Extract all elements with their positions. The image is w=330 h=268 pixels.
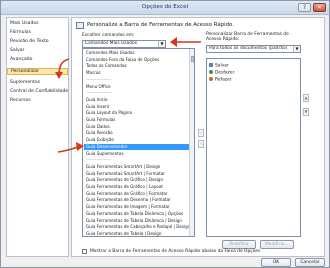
ok-button[interactable]: OK <box>261 258 291 267</box>
cancel-button[interactable]: Cancelar <box>295 258 325 267</box>
move-up-button[interactable]: ▲ <box>303 94 309 102</box>
sidebar-item-avancado[interactable]: Avançado <box>10 57 32 62</box>
close-button[interactable]: ✕ <box>313 3 326 12</box>
list-item[interactable]: Macros <box>84 70 189 76</box>
sidebar-item-central[interactable]: Central de Confiabilidade <box>10 89 68 94</box>
annotation-arrow-dropdown <box>170 37 201 47</box>
list-item[interactable]: ----------------- <box>84 157 189 163</box>
annotation-arrow-sidebar <box>55 58 70 79</box>
panel-header: Personalize a Barra de Ferramentas de Ac… <box>87 22 234 28</box>
list-item[interactable]: ----------------- <box>84 77 189 83</box>
sidebar-item-revisao[interactable]: Revisão de Texto <box>10 39 49 44</box>
list-item[interactable]: Guia Ferramentas de Tabela Dinâmica | De… <box>84 218 189 224</box>
list-item[interactable]: Guia Revisão <box>84 130 189 136</box>
list-item[interactable]: ----------------- <box>84 90 189 96</box>
save-icon <box>209 63 213 67</box>
move-down-button[interactable]: ▼ <box>303 108 309 116</box>
list-item[interactable]: Guia Início <box>84 97 189 103</box>
reset-button[interactable]: Redefinir <box>222 240 256 249</box>
customize-label: Personalizar Barra de Ferramentas de Ace… <box>206 32 289 42</box>
list-item[interactable]: Guia Ferramentas SmartArt | Formatar <box>84 171 189 177</box>
help-button[interactable]: ? <box>298 3 311 12</box>
undo-icon <box>209 70 213 74</box>
list-item[interactable]: Guia Suplementos <box>84 151 189 157</box>
qa-item-salvar[interactable]: Salvar <box>209 63 229 69</box>
list-item[interactable]: Comandos Mais Usados <box>84 50 189 56</box>
list-item[interactable]: Guia Ferramentas de Gráfico | Layout <box>84 184 189 190</box>
main-panel: Personalize a Barra de Ferramentas de Ac… <box>57 17 325 257</box>
sidebar-item-formulas[interactable]: Fórmulas <box>10 30 31 35</box>
remove-button[interactable]: ‹ <box>198 140 204 148</box>
commands-list[interactable]: Comandos Mais Usados Comandos Fora da Fai… <box>82 48 195 237</box>
window-title: Opções do Excel <box>141 4 189 10</box>
list-item[interactable]: Guia Layout da Página <box>84 110 189 116</box>
chevron-down-icon[interactable]: ▼ <box>158 41 165 47</box>
sidebar-item-suplementos[interactable]: Suplementos <box>10 80 40 85</box>
customize-dropdown-value: Para todos os documentos (padrão) <box>209 46 288 51</box>
customize-dropdown[interactable]: Para todos os documentos (padrão) ▼ <box>206 45 301 53</box>
list-item[interactable]: Guia Ferramentas de Tabela Dinâmica | Op… <box>84 211 189 217</box>
list-item[interactable]: Guia Fórmulas <box>84 117 189 123</box>
redo-icon <box>209 77 213 81</box>
list-item[interactable]: Guia Ferramentas de Imagem | Formatar <box>84 204 189 210</box>
title-bar: Opções do Excel ? ✕ <box>1 1 329 15</box>
qa-item-desfazer[interactable]: Desfazer <box>209 70 234 76</box>
show-below-ribbon-checkbox[interactable] <box>82 249 87 254</box>
list-item[interactable]: Guia Exibição <box>84 137 189 143</box>
options-dialog: Opções do Excel ? ✕ Mais Usados Fórmulas… <box>0 0 330 268</box>
annotation-arrow-list <box>57 142 84 153</box>
sidebar-item-mais-usados[interactable]: Mais Usados <box>10 21 39 26</box>
show-below-ribbon-label: Mostrar a Barra de Ferramentas de Acesso… <box>90 249 261 254</box>
commands-dropdown-value: Comandos Mais Usados <box>85 41 137 46</box>
toolbar-icon <box>76 22 84 29</box>
quick-access-list[interactable]: Salvar Desfazer Refazer <box>206 58 301 237</box>
options-sidebar: Mais Usados Fórmulas Revisão de Texto Sa… <box>6 17 69 257</box>
list-item[interactable]: Guia Ferramentas de Desenho | Formatar <box>84 197 189 203</box>
list-item[interactable]: Guia Ferramentas de Gráfico | Formatar <box>84 191 189 197</box>
list-item[interactable]: Guia Ferramentas de Cabeçalho e Rodapé |… <box>84 224 190 230</box>
qa-item-refazer[interactable]: Refazer <box>209 77 232 83</box>
list-item[interactable]: Guia Ferramentas de Tabela | Design <box>84 231 189 236</box>
add-button[interactable]: › <box>198 129 204 137</box>
list-item[interactable]: Guia Dados <box>84 124 189 130</box>
sidebar-item-recursos[interactable]: Recursos <box>10 98 31 103</box>
modify-button[interactable]: Modificar... <box>260 240 294 249</box>
sidebar-item-salvar[interactable]: Salvar <box>10 48 24 53</box>
list-scrollbar[interactable] <box>189 49 194 236</box>
commands-label: Escolher comandos em: <box>82 33 135 38</box>
list-item[interactable]: Comandos Fora da Faixa de Opções <box>84 57 189 63</box>
list-item[interactable]: Guia Ferramentas SmartArt | Design <box>84 164 189 170</box>
list-item[interactable]: Menu Office <box>84 84 189 90</box>
list-scroll-thumb[interactable] <box>190 56 194 62</box>
list-item[interactable]: Guia Inserir <box>84 104 189 110</box>
list-item[interactable]: Todos os Comandos <box>84 63 189 69</box>
list-item[interactable]: Guia Ferramentas de Gráfico | Design <box>84 177 189 183</box>
list-item[interactable]: Guia Desenvolvedor <box>84 143 189 150</box>
chevron-down-icon[interactable]: ▼ <box>293 46 300 52</box>
commands-dropdown[interactable]: Comandos Mais Usados ▼ <box>82 40 166 48</box>
